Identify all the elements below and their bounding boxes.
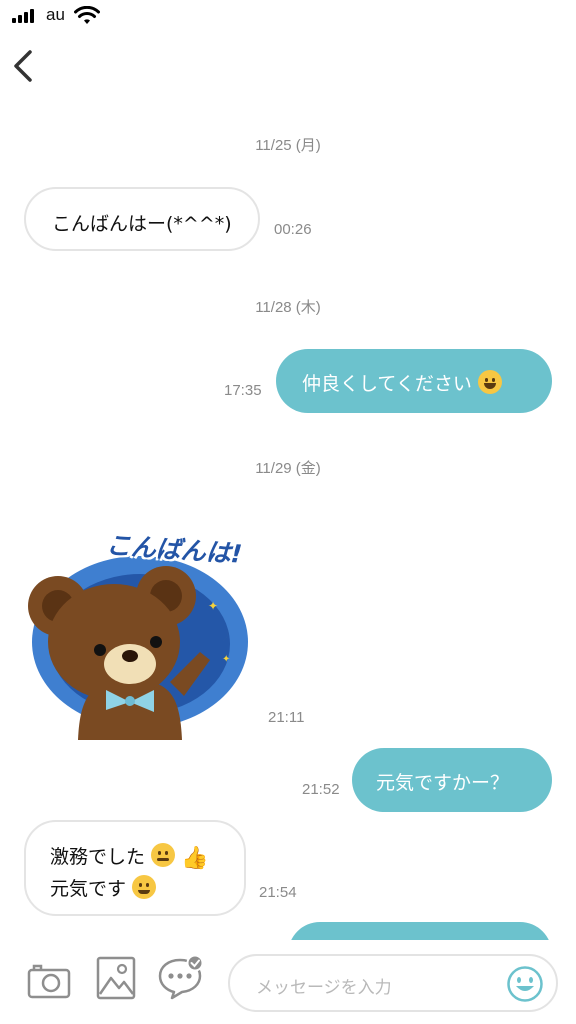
message-text: 元気ですかー？: [376, 772, 510, 794]
message-input-placeholder: メッセージを入力: [256, 978, 392, 998]
message-text-line1: 激務でした: [50, 846, 146, 868]
chat-bubble-icon[interactable]: [158, 954, 206, 1000]
bear-sticker[interactable]: ✦ ✦ こんばんは!: [22, 530, 254, 740]
svg-text:✦: ✦: [222, 654, 230, 665]
message-time: 21:11: [268, 709, 305, 726]
smiley-icon[interactable]: [506, 965, 544, 1003]
date-separator: 11/25 (月): [255, 137, 321, 154]
message-bubble-incoming[interactable]: こんばんはー(*^^*): [24, 187, 260, 251]
message-text-line2: 元気です: [50, 878, 127, 900]
signal-icon: [12, 9, 36, 23]
message-text: 仲良くしてください: [302, 373, 472, 395]
message-bubble-incoming[interactable]: 激務でした 👍 元気です: [24, 820, 246, 916]
back-chevron-icon: [14, 50, 32, 82]
camera-icon[interactable]: [26, 960, 72, 1000]
status-bar: au: [0, 0, 576, 34]
input-bar: メッセージを入力: [0, 940, 576, 1024]
message-time: 17:35: [224, 382, 262, 399]
message-text: こんばんはー(*^^*): [52, 213, 232, 235]
image-icon[interactable]: [96, 956, 136, 1000]
wifi-icon: [74, 6, 100, 24]
message-time: 21:54: [259, 884, 297, 901]
carrier-label: au: [46, 5, 65, 24]
message-input[interactable]: メッセージを入力: [228, 954, 558, 1012]
message-time: 21:52: [302, 781, 340, 798]
date-separator: 11/29 (金): [255, 460, 321, 477]
message-bubble-outgoing[interactable]: 元気ですかー？: [352, 748, 552, 812]
thumbs-up-icon: 👍: [181, 846, 209, 871]
grinning-face-icon: [477, 370, 502, 394]
message-time: 00:26: [274, 221, 312, 238]
smiling-face-icon: [132, 875, 157, 899]
message-bubble-outgoing[interactable]: 仲良くしてください: [276, 349, 552, 413]
winking-face-icon: [151, 843, 176, 867]
date-separator: 11/28 (木): [255, 299, 321, 316]
back-button[interactable]: [10, 48, 40, 84]
svg-text:✦: ✦: [208, 599, 218, 613]
